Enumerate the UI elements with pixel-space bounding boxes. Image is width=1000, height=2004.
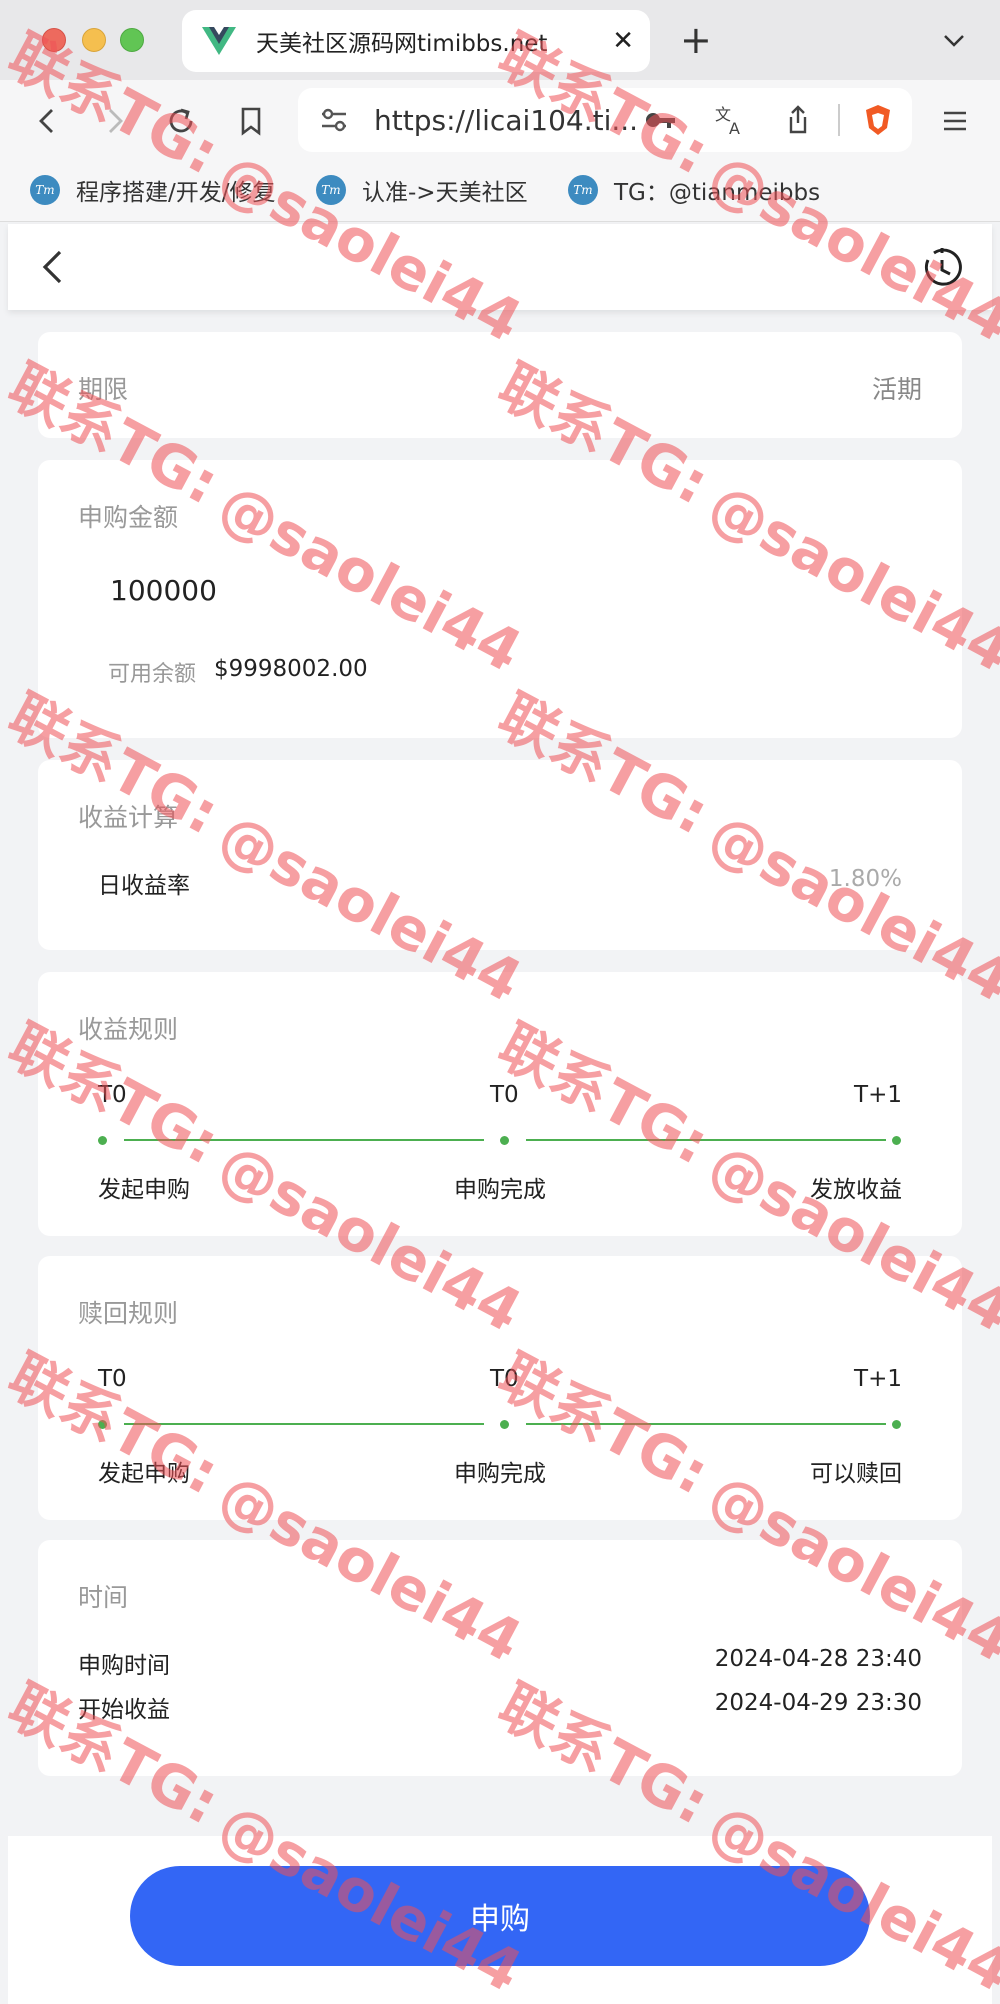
bookmark-item[interactable]: Tm 程序搭建/开发/修复 (30, 172, 276, 208)
purchase-amount-card: 申购金额 100000 可用余额 $9998002.00 (38, 460, 962, 738)
step-connector (526, 1423, 886, 1425)
start-income-value: 2024-04-29 23:30 (714, 1690, 922, 1716)
tab-title: 天美社区源码网timibbs.net (256, 31, 548, 57)
step-bottom-label: 发放收益 (810, 1177, 902, 1203)
step-bottom-label: 发起申购 (98, 1461, 190, 1487)
income-rules-card: 收益规则 T0 T0 T+1 发起申购 申购完成 发放收益 (38, 972, 962, 1236)
page-header (8, 224, 992, 310)
history-clock-icon[interactable] (920, 246, 964, 290)
income-rules-title: 收益规则 (78, 1015, 179, 1044)
browser-toolbar: https://licai104.ti... 文 A (0, 80, 1000, 162)
purchase-time-value: 2024-04-28 23:40 (714, 1646, 922, 1672)
step-dot (98, 1420, 107, 1429)
bookmark-item[interactable]: Tm TG：@tianmeibbs (568, 172, 820, 208)
toolbar-divider (838, 104, 840, 136)
browser-tab-bar: 天美社区源码网timibbs.net ✕ + (0, 0, 1000, 80)
redeem-rules-card: 赎回规则 T0 T0 T+1 发起申购 申购完成 可以赎回 (38, 1256, 962, 1520)
vue-logo-icon (202, 27, 236, 55)
step-connector (526, 1139, 886, 1141)
bookmark-label: TG：@tianmeibbs (614, 180, 821, 206)
url-text[interactable]: https://licai104.ti... (374, 104, 638, 137)
step-dot (500, 1136, 509, 1145)
reload-icon[interactable] (162, 102, 200, 140)
step-bottom-label: 可以赎回 (810, 1461, 902, 1487)
bookmark-item[interactable]: Tm 认准->天美社区 (316, 172, 528, 208)
back-arrow-icon[interactable] (28, 102, 66, 140)
term-value: 活期 (871, 375, 922, 404)
window-close-button[interactable] (42, 28, 66, 52)
bookmark-icon[interactable] (232, 102, 270, 140)
bottom-action-bar: 申购 (8, 1836, 992, 2004)
share-icon[interactable] (780, 102, 816, 138)
income-calc-title: 收益计算 (78, 803, 179, 832)
site-settings-icon[interactable] (316, 102, 352, 138)
step-connector (124, 1423, 484, 1425)
step-bottom-label: 申购完成 (454, 1177, 546, 1203)
term-label: 期限 (78, 375, 129, 404)
address-bar[interactable]: https://licai104.ti... 文 A (298, 88, 912, 152)
time-card: 时间 申购时间 2024-04-28 23:40 开始收益 2024-04-29… (38, 1540, 962, 1776)
tab-close-icon[interactable]: ✕ (612, 26, 634, 56)
window-zoom-button[interactable] (120, 28, 144, 52)
amount-input[interactable]: 100000 (110, 574, 217, 607)
balance-label: 可用余额 (108, 662, 197, 687)
tm-logo-icon: Tm (316, 175, 346, 205)
browser-tab-active[interactable]: 天美社区源码网timibbs.net ✕ (182, 10, 650, 72)
step-dot (98, 1136, 107, 1145)
step-top-label: T0 (98, 1366, 127, 1392)
purchase-amount-title: 申购金额 (78, 503, 179, 532)
step-dot (892, 1136, 901, 1145)
window-minimize-button[interactable] (82, 28, 106, 52)
svg-text:A: A (729, 119, 740, 138)
daily-rate-label: 日收益率 (98, 873, 190, 899)
time-title: 时间 (78, 1583, 129, 1612)
key-icon[interactable] (642, 102, 678, 138)
bookmark-label: 认准->天美社区 (362, 180, 528, 206)
step-top-label: T+1 (854, 1366, 902, 1392)
back-button[interactable] (32, 246, 72, 288)
step-dot (892, 1420, 901, 1429)
bookmarks-bar: Tm 程序搭建/开发/修复 Tm 认准->天美社区 Tm TG：@tianmei… (0, 162, 1000, 222)
term-card: 期限 活期 (38, 332, 962, 438)
step-dot (500, 1420, 509, 1429)
step-top-label: T0 (98, 1082, 127, 1108)
income-calc-card: 收益计算 日收益率 1.80% (38, 760, 962, 950)
hamburger-menu-icon[interactable] (936, 102, 974, 140)
chevron-down-icon[interactable] (940, 26, 968, 54)
step-top-label: T0 (490, 1082, 519, 1108)
translate-icon[interactable]: 文 A (712, 102, 748, 138)
new-tab-button[interactable]: + (680, 18, 712, 62)
purchase-time-label: 申购时间 (78, 1653, 170, 1679)
step-connector (124, 1139, 484, 1141)
brave-shield-icon[interactable] (860, 102, 896, 138)
start-income-label: 开始收益 (78, 1697, 170, 1723)
forward-arrow-icon[interactable] (96, 102, 134, 140)
tm-logo-icon: Tm (568, 175, 598, 205)
redeem-rules-title: 赎回规则 (78, 1299, 179, 1328)
step-bottom-label: 申购完成 (454, 1461, 546, 1487)
step-top-label: T+1 (854, 1082, 902, 1108)
step-bottom-label: 发起申购 (98, 1177, 190, 1203)
tm-logo-icon: Tm (30, 175, 60, 205)
step-top-label: T0 (490, 1366, 519, 1392)
balance-value: $9998002.00 (214, 656, 368, 682)
daily-rate-value: 1.80% (828, 866, 902, 892)
bookmark-label: 程序搭建/开发/修复 (76, 180, 276, 206)
purchase-button[interactable]: 申购 (130, 1866, 870, 1966)
